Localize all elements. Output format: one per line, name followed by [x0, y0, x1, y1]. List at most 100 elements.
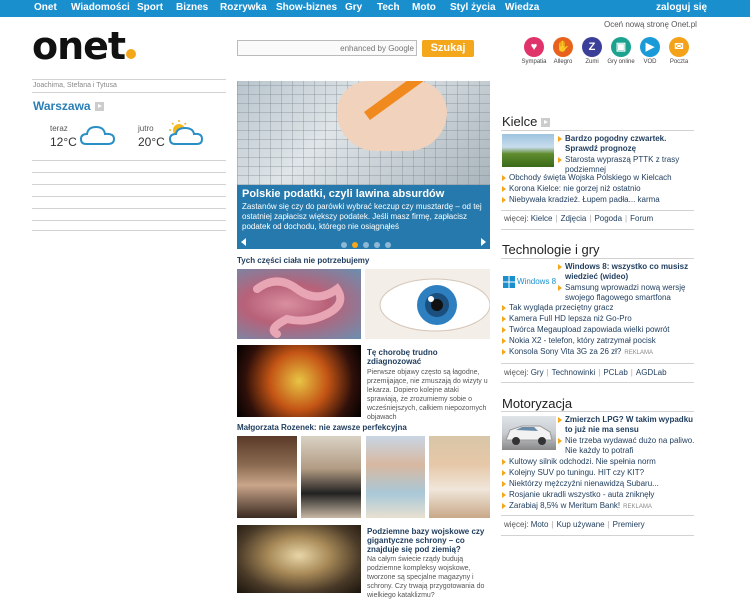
news-item[interactable]: Tak wygląda przeciętny gracz	[502, 303, 696, 313]
more-links-kielce: więcej: Kielce | Zdjęcia | Pogoda | Forum	[504, 214, 654, 223]
slide-dot[interactable]	[385, 242, 392, 248]
section-title[interactable]: Małgorzata Rozenek: nie zawsze perfekcyj…	[237, 423, 407, 432]
anatomy-photo[interactable]	[237, 269, 361, 339]
news-item[interactable]: Twórca Megaupload zapowiada wielki powró…	[502, 325, 696, 335]
nav-onet[interactable]: Onet	[34, 2, 57, 13]
onet-logo[interactable]: onet	[32, 24, 137, 68]
nav-wiedza[interactable]: Wiedza	[505, 2, 539, 13]
news-item[interactable]: Kultowy silnik odchodzi. Nie spełnia nor…	[502, 457, 696, 467]
news-item[interactable]: Nokia X2 - telefon, który zatrzymał poci…	[502, 336, 696, 346]
more-link[interactable]: Pogoda	[594, 214, 622, 223]
weather-city[interactable]: Warszawa	[33, 99, 104, 113]
hero-slider[interactable]: Polskie podatki, czyli lawina absurdów Z…	[237, 81, 490, 249]
slide-dot[interactable]	[341, 242, 347, 248]
shortcut-allegro[interactable]: ✋ Allegro	[548, 37, 578, 65]
slide-dot-active[interactable]	[352, 242, 359, 248]
search-input[interactable]	[238, 41, 416, 55]
nav-rozrywka[interactable]: Rozrywka	[220, 2, 267, 13]
news-item[interactable]: Bardzo pogodny czwartek. Sprawdź prognoz…	[558, 134, 694, 154]
heart-icon: ♥	[524, 37, 544, 57]
hero-nav	[237, 238, 490, 249]
news-item[interactable]: Nie trzeba wydawać dużo na paliwo. Nie k…	[558, 436, 696, 456]
logo-dot	[126, 49, 137, 59]
more-link[interactable]: Zdjęcia	[561, 214, 587, 223]
news-item-text[interactable]: Zarabiaj 8,5% w Meritum Bank!	[509, 501, 620, 510]
weather-tomorrow-label: jutro	[138, 124, 154, 133]
slide-dots	[341, 239, 393, 249]
nav-biznes[interactable]: Biznes	[176, 2, 208, 13]
section-heading-moto[interactable]: Motoryzacja	[502, 396, 572, 411]
news-item[interactable]: Starosta wypraszą PTTK z trasy podziemne…	[558, 155, 694, 175]
news-item[interactable]: Rosjanie ukradli wszystko - auta zniknęł…	[502, 490, 696, 500]
news-item[interactable]: Samsung wprowadzi nową wersję swojego fl…	[558, 283, 696, 303]
kielce-thumbnail[interactable]	[502, 134, 554, 167]
news-item[interactable]: Niektórzy mężczyźni nienawidzą Subaru...	[502, 479, 696, 489]
news-item[interactable]: Korona Kielce: nie gorzej niż ostatnio	[502, 184, 696, 194]
survey-link[interactable]: Oceń nową stronę Onet.pl	[604, 20, 697, 29]
car-thumbnail[interactable]	[502, 416, 556, 450]
nav-tech[interactable]: Tech	[377, 2, 400, 13]
shortcut-zumi[interactable]: Z Zumi	[577, 37, 607, 65]
moto-news-list-2: Kultowy silnik odchodzi. Nie spełnia nor…	[502, 457, 696, 513]
bunker-photo[interactable]	[237, 525, 361, 593]
more-link[interactable]: Premiery	[613, 520, 645, 529]
login-link[interactable]: zaloguj się	[656, 2, 707, 13]
joystick-icon: ▣	[611, 37, 631, 57]
more-link[interactable]: Technowinki	[552, 368, 596, 377]
divider	[32, 220, 226, 221]
news-item[interactable]: Kolejny SUV po tuningu. HIT czy KIT?	[502, 468, 696, 478]
news-item-text[interactable]: Konsola Sony Vita 3G za 26 zł?	[509, 347, 621, 356]
shortcut-gry-online[interactable]: ▣ Gry online	[606, 37, 636, 65]
news-item[interactable]: Windows 8: wszystko co musisz wiedzieć (…	[558, 262, 696, 282]
news-item[interactable]: Obchody święta Wojska Polskiego w Kielca…	[502, 173, 696, 183]
divider	[501, 258, 694, 259]
arrow-icon	[94, 102, 104, 112]
more-link[interactable]: Kup używane	[557, 520, 605, 529]
tech-news-list-2: Tak wygląda przeciętny gracz Kamera Full…	[502, 303, 696, 359]
article-title[interactable]: Podziemne bazy wojskowe czy gigantyczne …	[367, 527, 489, 554]
nav-gry[interactable]: Gry	[345, 2, 362, 13]
more-link[interactable]: PCLab	[603, 368, 627, 377]
nav-sport[interactable]: Sport	[137, 2, 163, 13]
section-title[interactable]: Tych części ciała nie potrzebujemy	[237, 256, 369, 265]
prev-arrow-icon[interactable]	[241, 238, 246, 246]
shortcut-sympatia[interactable]: ♥ Sympatia	[519, 37, 549, 65]
kielce-news-list-2: Obchody święta Wojska Polskiego w Kielca…	[502, 173, 696, 206]
eye-photo[interactable]	[365, 269, 490, 339]
arrow-icon	[541, 118, 551, 128]
more-link[interactable]: Kielce	[531, 214, 553, 223]
shortcut-poczta[interactable]: ✉ Poczta	[664, 37, 694, 65]
ad-label: REKLAMA	[623, 504, 652, 510]
shortcut-label: VOD	[643, 59, 657, 65]
windows-logo-icon	[503, 276, 515, 288]
nav-show-biznes[interactable]: Show-biznes	[276, 2, 337, 13]
more-link[interactable]: Moto	[531, 520, 549, 529]
search-button[interactable]: Szukaj	[422, 40, 474, 57]
celebrity-photo-1[interactable]	[237, 436, 297, 518]
kielce-news-list: Bardzo pogodny czwartek. Sprawdź prognoz…	[558, 134, 694, 176]
news-item[interactable]: Kamera Full HD lepsza niż Go-Pro	[502, 314, 696, 324]
section-heading-kielce[interactable]: Kielce	[502, 114, 551, 129]
celebrity-photo-4[interactable]	[429, 436, 490, 518]
nav-wiadomosci[interactable]: Wiadomości	[71, 2, 130, 13]
more-link[interactable]: AGDLab	[636, 368, 667, 377]
hero-title[interactable]: Polskie podatki, czyli lawina absurdów	[242, 188, 485, 200]
section-heading-tech[interactable]: Technologie i gry	[502, 242, 600, 257]
celebrity-photo-3[interactable]	[366, 436, 425, 518]
windows8-thumbnail[interactable]: Windows 8	[502, 267, 556, 297]
nav-styl-zycia[interactable]: Styl życia	[450, 2, 496, 13]
nav-moto[interactable]: Moto	[412, 2, 436, 13]
more-link[interactable]: Forum	[630, 214, 653, 223]
shortcut-label: Gry online	[607, 59, 635, 65]
more-link[interactable]: Gry	[531, 368, 544, 377]
news-item[interactable]: Zmierzch LPG? W takim wypadku to już nie…	[558, 415, 696, 435]
article-title[interactable]: Tę chorobę trudno zdiagnozować	[367, 348, 487, 366]
next-arrow-icon[interactable]	[481, 238, 486, 246]
slide-dot[interactable]	[363, 242, 370, 248]
divider	[32, 196, 226, 197]
brain-scan-photo[interactable]	[237, 345, 361, 417]
celebrity-photo-2[interactable]	[301, 436, 361, 518]
slide-dot[interactable]	[374, 242, 381, 248]
shortcut-vod[interactable]: ▶ VOD	[635, 37, 665, 65]
news-item[interactable]: Niebywała kradzież. Łupem padła... karma	[502, 195, 696, 205]
